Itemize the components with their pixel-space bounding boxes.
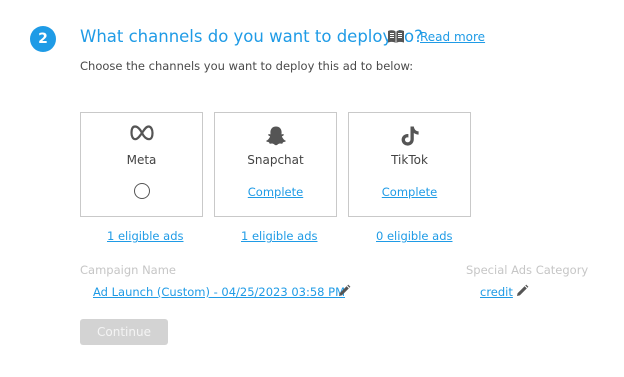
channel-card-snapchat[interactable]: Snapchat Complete [214,112,337,217]
page-title: What channels do you want to deploy to? [80,27,423,46]
continue-button[interactable]: Continue [80,319,168,345]
campaign-name-value[interactable]: Ad Launch (Custom) - 04/25/2023 03:58 PM [93,285,345,299]
meta-eligible-ads-link[interactable]: 1 eligible ads [107,229,184,243]
edit-special-ads-pencil-icon[interactable] [515,284,529,298]
special-ads-category-value[interactable]: credit [480,285,513,299]
page-subtitle: Choose the channels you want to deploy t… [80,59,414,73]
edit-campaign-name-pencil-icon[interactable] [337,284,351,298]
step-number-badge: 2 [30,26,56,52]
special-ads-category-label: Special Ads Category [466,263,589,277]
tiktok-icon [401,126,419,146]
campaign-name-label: Campaign Name [80,263,176,277]
book-icon [388,30,404,43]
channel-name: TikTok [391,153,428,167]
snapchat-complete-link[interactable]: Complete [215,185,336,199]
deploy-channels-step: 2 What channels do you want to deploy to… [0,0,624,377]
meta-select-radio[interactable] [133,183,150,199]
tiktok-eligible-ads-link[interactable]: 0 eligible ads [376,229,453,243]
channel-name: Meta [126,153,157,167]
tiktok-complete-link[interactable]: Complete [349,185,470,199]
snapchat-icon [265,126,286,146]
snapchat-eligible-ads-link[interactable]: 1 eligible ads [241,229,318,243]
channel-name: Snapchat [247,153,304,167]
channel-card-meta[interactable]: Meta [80,112,203,217]
channel-card-tiktok[interactable]: TikTok Complete [348,112,471,217]
read-more-link[interactable]: Read more [420,30,485,44]
meta-icon [129,125,154,141]
